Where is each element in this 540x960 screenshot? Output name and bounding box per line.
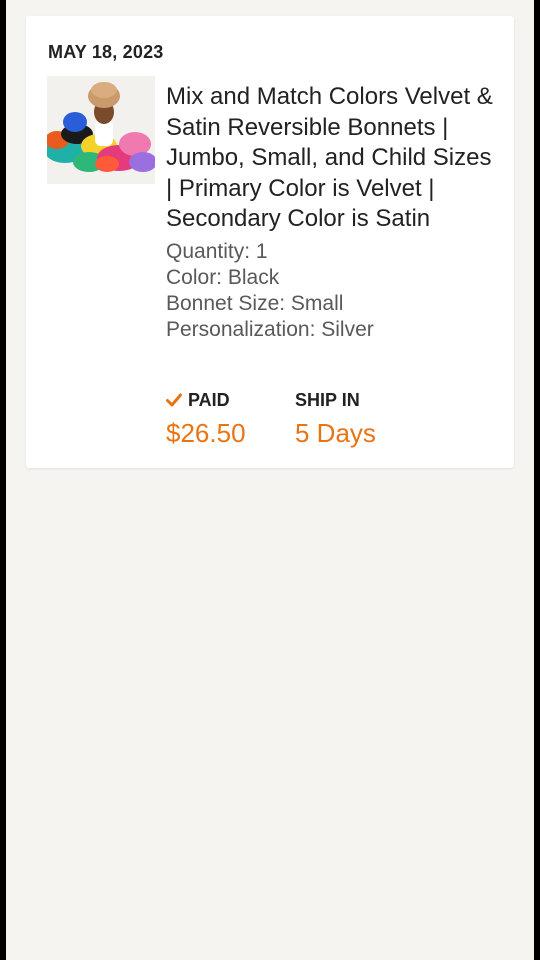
order-card[interactable]: MAY 18, 2023 Mix and Match Colors Velvet… [26, 16, 514, 468]
item-details: Mix and Match Colors Velvet & Satin Reve… [166, 82, 501, 343]
quantity-text: Quantity: 1 [166, 239, 268, 263]
item-title[interactable]: Mix and Match Colors Velvet & Satin Reve… [166, 82, 501, 235]
paid-amount: $26.50 [166, 418, 246, 448]
color-text: Color: Black [166, 265, 280, 289]
product-thumbnail[interactable] [47, 76, 155, 184]
order-screen: MAY 18, 2023 Mix and Match Colors Velvet… [6, 0, 534, 960]
checkmark-icon [166, 392, 182, 408]
ship-days: 5 Days [295, 418, 376, 448]
ship-label: SHIP IN [295, 389, 360, 410]
ship-status: SHIP IN 5 Days [295, 388, 376, 449]
paid-label: PAID [188, 389, 230, 410]
paid-label-row: PAID [166, 388, 246, 412]
product-photo-image [47, 76, 155, 184]
paid-status: PAID $26.50 [166, 388, 246, 449]
personalization-text: Personalization: Silver [166, 317, 374, 341]
bonnet-size-text: Bonnet Size: Small [166, 291, 344, 315]
order-date: MAY 18, 2023 [48, 42, 164, 62]
order-status-row: PAID $26.50 SHIP IN 5 Days [166, 388, 501, 458]
item-meta: Quantity: 1 Color: Black Bonnet Size: Sm… [166, 239, 501, 343]
